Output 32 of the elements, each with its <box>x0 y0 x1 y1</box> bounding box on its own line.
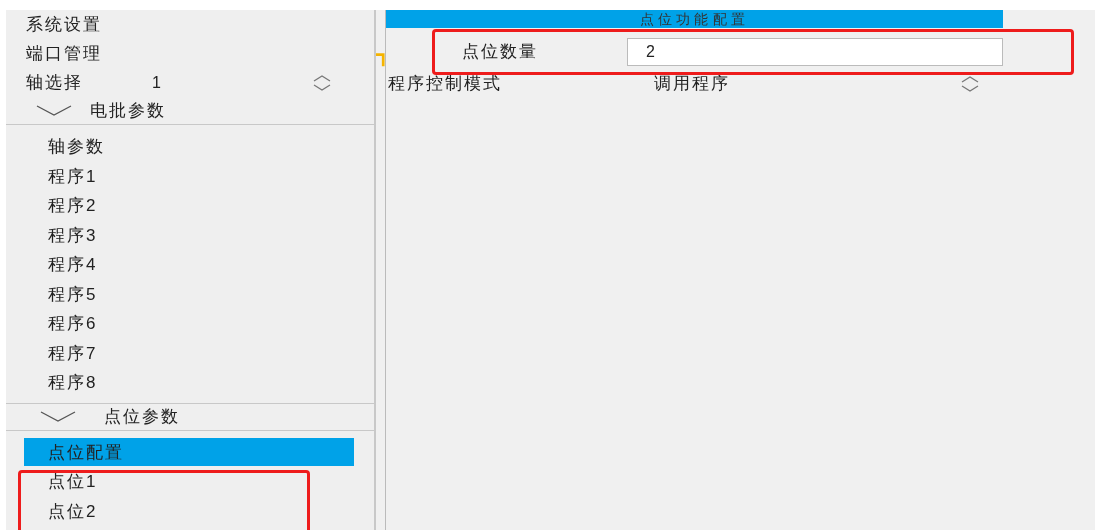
field-label: 程序控制模式 <box>388 73 504 96</box>
menu-item[interactable]: 系统设置 <box>26 11 103 38</box>
chevron-down-icon[interactable] <box>36 104 72 117</box>
corner-mark-icon <box>376 52 385 68</box>
tree-item[interactable]: 程序2 <box>48 191 98 220</box>
combobox-value: 调用程序 <box>654 73 731 96</box>
tree-item[interactable]: 点位1 <box>24 467 354 496</box>
tree-item[interactable]: 轴参数 <box>48 132 106 161</box>
panel-title: 点位功能配置 <box>639 9 750 29</box>
spinbox-value: 1 <box>152 72 161 93</box>
group-title: 点位参数 <box>104 405 181 428</box>
tree-item[interactable]: 程序8 <box>48 368 98 397</box>
group-title: 电批参数 <box>90 99 167 122</box>
tree-item[interactable]: 程序7 <box>48 339 98 368</box>
tree-item[interactable]: 程序1 <box>48 162 98 191</box>
mode-combobox[interactable]: 调用程序 <box>654 71 980 97</box>
axis-spinbox[interactable]: 1 <box>152 70 332 95</box>
spinner-icon[interactable] <box>312 74 332 91</box>
chevron-down-icon[interactable] <box>40 410 76 423</box>
group-header[interactable]: 点位参数 <box>6 402 374 431</box>
tree-item[interactable]: 点位配置 <box>24 438 354 467</box>
tree-item[interactable]: 程序4 <box>48 250 98 279</box>
field-label: 轴选择 <box>26 71 85 94</box>
tree-item[interactable]: 点位2 <box>24 497 354 526</box>
field-label: 点位数量 <box>462 41 540 64</box>
input-field[interactable]: 2 <box>627 38 1003 66</box>
spinner-icon[interactable] <box>960 76 980 92</box>
tree-item[interactable]: 程序6 <box>48 309 98 338</box>
group-header[interactable]: 电批参数 <box>6 97 374 125</box>
tree-item[interactable]: 程序5 <box>48 280 98 309</box>
menu-item[interactable]: 端口管理 <box>26 40 103 67</box>
tree-item[interactable]: 程序3 <box>48 221 98 250</box>
